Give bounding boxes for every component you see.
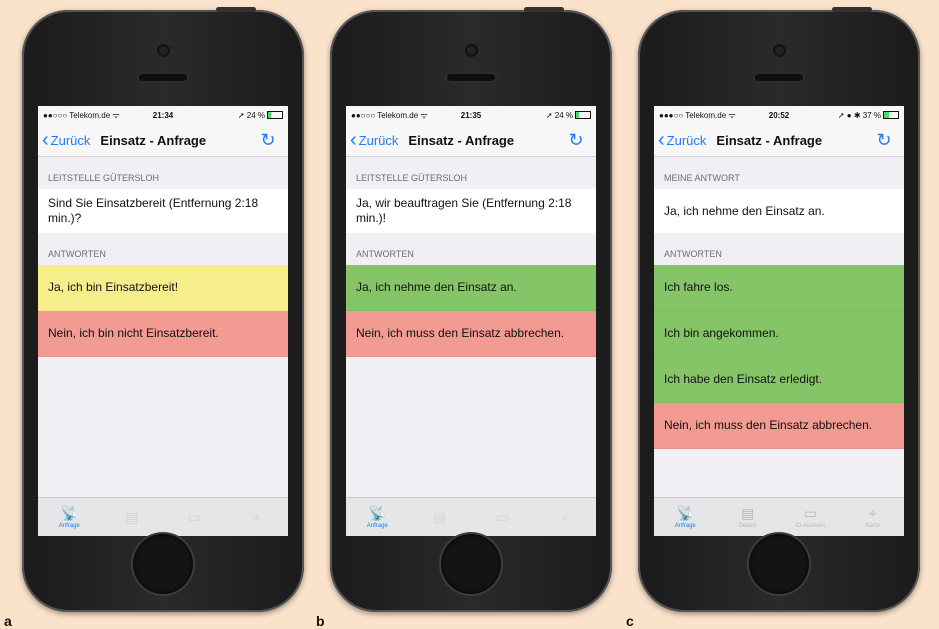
map-icon: ⌖ (560, 509, 569, 525)
battery-icon (575, 111, 591, 120)
refresh-icon[interactable]: ↻ (874, 130, 894, 150)
status-bar: ●●○○○ Telekom.de ᯤ 21:35 ➚ 24 % (346, 106, 596, 124)
status-bar: ●●●○○ Telekom.de ᯤ 20:52 ➚ ● ✱ 37 % (654, 106, 904, 124)
tab-details[interactable]: ▤ Details (717, 498, 780, 536)
earpiece-speaker (139, 74, 187, 81)
tab-details[interactable]: ▤ (409, 498, 472, 536)
my-answer-message: Ja, ich nehme den Einsatz an. (654, 189, 904, 233)
answer-completed-button[interactable]: Ich habe den Einsatz erledigt. (654, 357, 904, 403)
section-header-answers: ANTWORTEN (48, 249, 106, 259)
home-button[interactable] (133, 534, 193, 594)
section-header-answers: ANTWORTEN (664, 249, 722, 259)
status-right: ➚ 24 % (511, 111, 591, 120)
tab-details[interactable]: ▤ (101, 498, 164, 536)
phone-c: ●●●○○ Telekom.de ᯤ 20:52 ➚ ● ✱ 37 % ‹ Zur… (638, 7, 920, 612)
battery-icon (267, 111, 283, 120)
tab-anfrage[interactable]: 📡 Anfrage (654, 498, 717, 536)
satellite-icon: 📡 (368, 505, 386, 521)
tab-bar: 📡 Anfrage ▤ Details ▭ ID-Ausweis ⌖ Karte (654, 497, 904, 536)
nav-title: Einsatz - Anfrage (716, 132, 823, 148)
request-message: Ja, wir beauftragen Sie (Entfernung 2:18… (346, 189, 596, 233)
tab-anfrage[interactable]: 📡 Anfrage (38, 498, 101, 536)
navigation-bar: ‹ Zurück Einsatz - Anfrage ↻ (38, 124, 288, 157)
section-header-dispatch: LEITSTELLE GÜTERSLOH (48, 173, 160, 183)
answer-departing-button[interactable]: Ich fahre los. (654, 265, 904, 311)
tab-id[interactable]: ▭ (163, 498, 226, 536)
clock: 21:34 (152, 110, 174, 120)
carrier-text: ●●○○○ Telekom.de ᯤ (351, 110, 428, 120)
tab-id[interactable]: ▭ ID-Ausweis (779, 498, 842, 536)
answer-abort-button[interactable]: Nein, ich muss den Einsatz abbrechen. (346, 311, 596, 357)
tab-bar: 📡 Anfrage ▤ ▭ ⌖ (38, 497, 288, 536)
carrier-text: ●●○○○ Telekom.de ᯤ (43, 110, 120, 120)
answer-not-ready-button[interactable]: Nein, ich bin nicht Einsatzbereit. (38, 311, 288, 357)
tab-karte[interactable]: ⌖ Karte (842, 498, 905, 536)
back-button[interactable]: ‹ Zurück (38, 130, 90, 150)
tab-karte[interactable]: ⌖ (226, 498, 289, 536)
tab-id[interactable]: ▭ (471, 498, 534, 536)
map-icon: ⌖ (252, 509, 261, 525)
panel-label-c: c (626, 613, 634, 629)
navigation-bar: ‹ Zurück Einsatz - Anfrage ↻ (654, 124, 904, 157)
earpiece-speaker (447, 74, 495, 81)
section-header-dispatch: LEITSTELLE GÜTERSLOH (356, 173, 468, 183)
section-header-answers: ANTWORTEN (356, 249, 414, 259)
document-icon: ▤ (125, 509, 139, 525)
request-message: Sind Sie Einsatzbereit (Entfernung 2:18 … (38, 189, 288, 233)
refresh-icon[interactable]: ↻ (258, 130, 278, 150)
status-bar: ●●○○○ Telekom.de ᯤ 21:34 ➚ 24 % (38, 106, 288, 124)
section-header-my-answer: MEINE ANTWORT (664, 173, 740, 183)
answer-accept-button[interactable]: Ja, ich nehme den Einsatz an. (346, 265, 596, 311)
phone-a: ●●○○○ Telekom.de ᯤ 21:34 ➚ 24 % ‹ Zurück … (22, 7, 304, 612)
document-icon: ▤ (741, 505, 755, 521)
carrier-text: ●●●○○ Telekom.de ᯤ (659, 110, 736, 120)
clock: 21:35 (460, 110, 482, 120)
refresh-icon[interactable]: ↻ (566, 130, 586, 150)
navigation-bar: ‹ Zurück Einsatz - Anfrage ↻ (346, 124, 596, 157)
battery-icon (883, 111, 899, 120)
tab-anfrage[interactable]: 📡 Anfrage (346, 498, 409, 536)
tab-bar: 📡 Anfrage ▤ ▭ ⌖ (346, 497, 596, 536)
chevron-left-icon: ‹ (42, 129, 49, 151)
front-camera (774, 46, 784, 55)
home-button[interactable] (749, 534, 809, 594)
id-card-icon: ▭ (495, 509, 509, 525)
front-camera (466, 46, 476, 55)
panel-label-b: b (316, 613, 325, 629)
tab-karte[interactable]: ⌖ (534, 498, 597, 536)
status-right: ➚ 24 % (203, 111, 283, 120)
answer-abort-button[interactable]: Nein, ich muss den Einsatz abbrechen. (654, 403, 904, 449)
screen: ●●○○○ Telekom.de ᯤ 21:35 ➚ 24 % ‹ Zurück … (346, 106, 596, 536)
back-button[interactable]: ‹ Zurück (346, 130, 398, 150)
document-icon: ▤ (433, 509, 447, 525)
satellite-icon: 📡 (676, 505, 694, 521)
home-button[interactable] (441, 534, 501, 594)
back-button[interactable]: ‹ Zurück (654, 130, 706, 150)
answer-ready-button[interactable]: Ja, ich bin Einsatzbereit! (38, 265, 288, 311)
answer-arrived-button[interactable]: Ich bin angekommen. (654, 311, 904, 357)
panel-label-a: a (4, 613, 12, 629)
screen: ●●○○○ Telekom.de ᯤ 21:34 ➚ 24 % ‹ Zurück … (38, 106, 288, 536)
status-right: ➚ ● ✱ 37 % (819, 111, 899, 120)
id-card-icon: ▭ (803, 505, 817, 521)
earpiece-speaker (755, 74, 803, 81)
satellite-icon: 📡 (60, 505, 78, 521)
chevron-left-icon: ‹ (350, 129, 357, 151)
nav-title: Einsatz - Anfrage (408, 132, 515, 148)
nav-title: Einsatz - Anfrage (100, 132, 207, 148)
front-camera (158, 46, 168, 55)
screen: ●●●○○ Telekom.de ᯤ 20:52 ➚ ● ✱ 37 % ‹ Zur… (654, 106, 904, 536)
chevron-left-icon: ‹ (658, 129, 665, 151)
phone-b: ●●○○○ Telekom.de ᯤ 21:35 ➚ 24 % ‹ Zurück … (330, 7, 612, 612)
map-icon: ⌖ (868, 505, 877, 521)
id-card-icon: ▭ (187, 509, 201, 525)
clock: 20:52 (768, 110, 790, 120)
